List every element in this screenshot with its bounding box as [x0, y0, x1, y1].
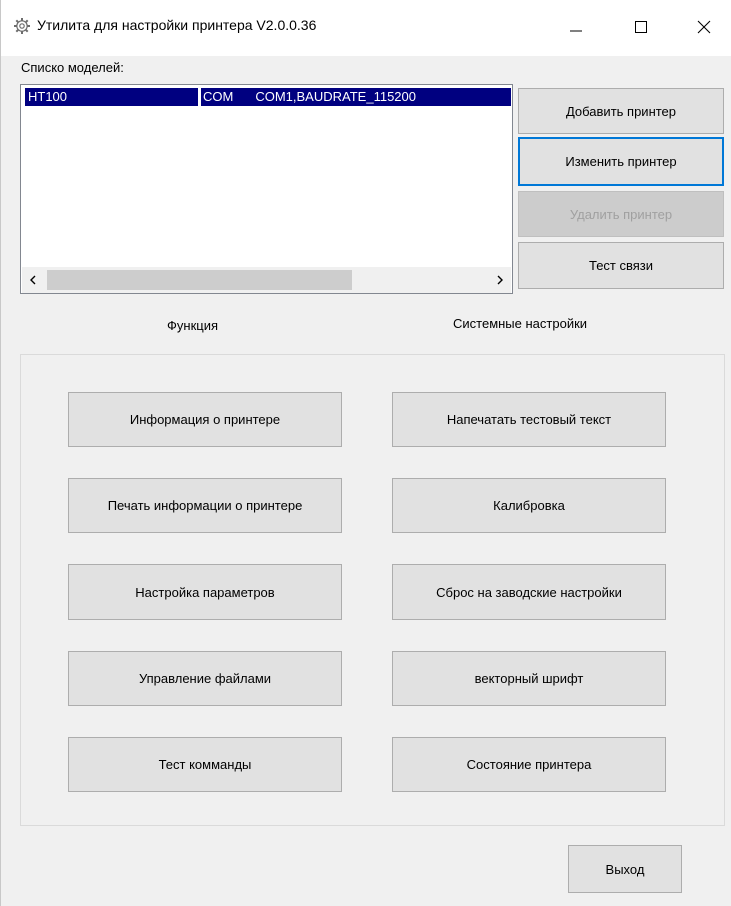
file-management-button[interactable]: Управление файлами: [68, 651, 342, 706]
print-test-text-button[interactable]: Напечатать тестовый текст: [392, 392, 666, 447]
maximize-icon: [634, 20, 648, 37]
title-bar[interactable]: Утилита для настройки принтера V2.0.0.36: [1, 0, 731, 56]
system-settings-section-label: Системные настройки: [453, 316, 588, 331]
scroll-right-button[interactable]: [489, 267, 511, 293]
printer-info-button[interactable]: Информация о принтере: [68, 392, 342, 447]
model-name-cell[interactable]: HT100: [25, 88, 198, 106]
function-section-label: Функция: [167, 318, 218, 333]
close-button[interactable]: [681, 8, 727, 48]
exit-button[interactable]: Выход: [568, 845, 682, 893]
scroll-thumb[interactable]: [47, 270, 352, 290]
list-item[interactable]: HT100 COM COM1,BAUDRATE_115200: [22, 88, 511, 106]
print-printer-info-button[interactable]: Печать информации о принтере: [68, 478, 342, 533]
chevron-left-icon: [29, 273, 37, 288]
minimize-button[interactable]: [553, 8, 599, 48]
chevron-right-icon: [496, 273, 504, 288]
connection-cell[interactable]: COM COM1,BAUDRATE_115200: [201, 88, 511, 106]
model-name: HT100: [28, 89, 68, 104]
maximize-button[interactable]: [618, 8, 664, 48]
factory-reset-button[interactable]: Сброс на заводские настройки: [392, 564, 666, 620]
parameter-settings-button[interactable]: Настройка параметров: [68, 564, 342, 620]
horizontal-scrollbar[interactable]: [22, 267, 511, 293]
test-connection-button[interactable]: Тест связи: [518, 242, 724, 289]
close-icon: [697, 20, 711, 37]
add-printer-button[interactable]: Добавить принтер: [518, 88, 724, 134]
gear-icon: [13, 17, 31, 35]
minimize-icon: [569, 20, 583, 37]
delete-printer-button: Удалить принтер: [518, 191, 724, 237]
model-list[interactable]: HT100 COM COM1,BAUDRATE_115200: [20, 84, 513, 294]
command-test-button[interactable]: Тест комманды: [68, 737, 342, 792]
window-title: Утилита для настройки принтера V2.0.0.36: [37, 17, 317, 33]
scroll-left-button[interactable]: [22, 267, 44, 293]
app-window: Утилита для настройки принтера V2.0.0.36…: [0, 0, 731, 906]
model-list-label: Списко моделей:: [21, 60, 124, 75]
port-type: COM: [203, 89, 234, 104]
port-settings: COM1,BAUDRATE_115200: [255, 89, 416, 104]
printer-status-button[interactable]: Состояние принтера: [392, 737, 666, 792]
vector-font-button[interactable]: векторный шрифт: [392, 651, 666, 706]
calibration-button[interactable]: Калибровка: [392, 478, 666, 533]
edit-printer-button[interactable]: Изменить принтер: [518, 137, 724, 186]
